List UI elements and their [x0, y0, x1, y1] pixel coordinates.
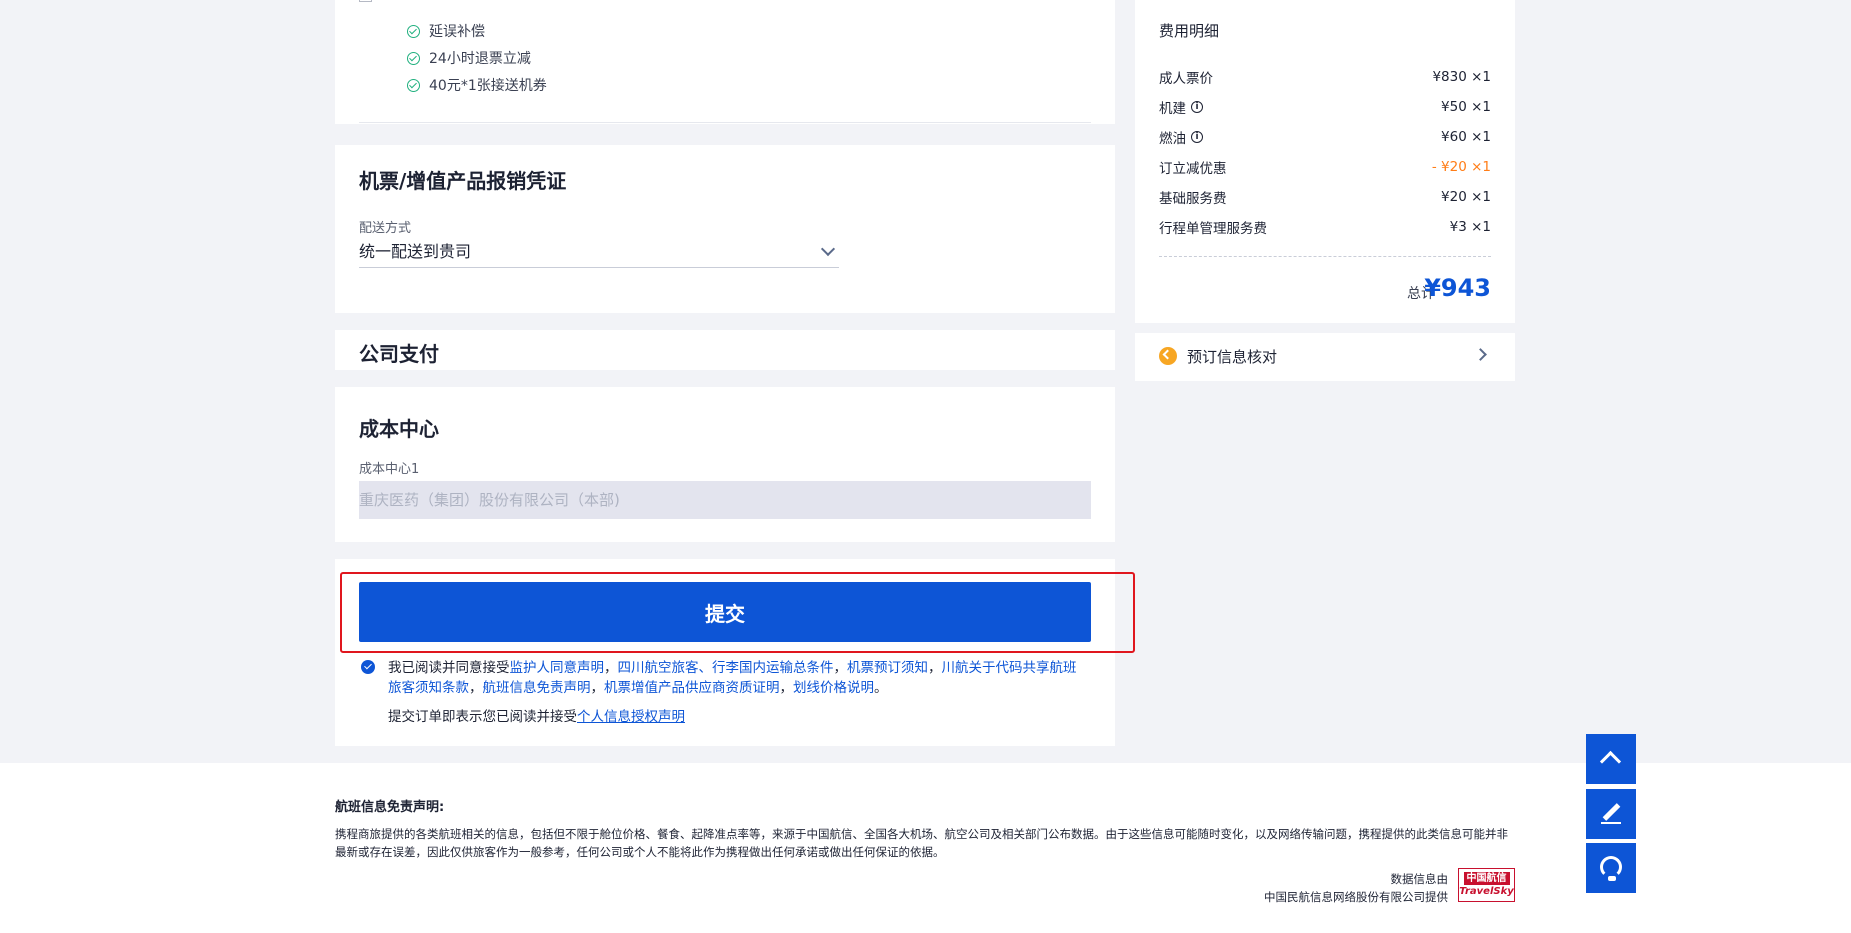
voucher-title: 机票/增值产品报销凭证	[359, 169, 567, 193]
headset-icon	[1600, 856, 1622, 878]
delivery-label: 配送方式	[359, 221, 412, 236]
fee-title: 费用明细	[1159, 22, 1220, 40]
fee-detail-card: 费用明细 成人票价 ¥830 ×1 机建 i ¥50 ×1 燃油 i ¥60 ×1 …	[1135, 0, 1515, 323]
divider	[1159, 256, 1491, 257]
feedback-button[interactable]	[1586, 789, 1636, 839]
fee-row: 机建 i ¥50 ×1	[1159, 99, 1491, 117]
fee-row: 成人票价 ¥830 ×1	[1159, 69, 1491, 87]
agreement-link[interactable]: 机票增值产品供应商资质证明	[604, 680, 780, 696]
delivery-select[interactable]: 统一配送到贵司	[359, 238, 839, 268]
divider	[359, 122, 1091, 123]
agreement-link[interactable]: 监护人同意声明	[510, 660, 605, 676]
insurance-benefit-item: 24小时退票立减	[407, 48, 531, 68]
agree-checkbox[interactable]	[361, 660, 375, 674]
agreement-link[interactable]: 航班信息免责声明	[483, 680, 591, 696]
fee-row: 燃油 i ¥60 ×1	[1159, 129, 1491, 147]
customer-service-button[interactable]	[1586, 843, 1636, 893]
chevron-up-icon	[1599, 750, 1622, 773]
cost-center-title: 成本中心	[359, 417, 439, 441]
company-pay-title: 公司支付	[359, 342, 439, 366]
check-icon	[407, 51, 420, 65]
agreement-link[interactable]: 机票预订须知	[847, 660, 928, 676]
booking-verify-card[interactable]: 预订信息核对	[1135, 333, 1515, 381]
verify-icon	[1159, 347, 1177, 365]
privacy-text: 提交订单即表示您已阅读并接受个人信息授权声明	[388, 709, 685, 725]
voucher-card: 机票/增值产品报销凭证 配送方式 统一配送到贵司	[335, 145, 1115, 313]
privacy-link[interactable]: 个人信息授权声明	[577, 709, 685, 725]
total-price: ¥943	[1424, 274, 1491, 302]
company-pay-card: 公司支付	[335, 330, 1115, 370]
fee-row: 行程单管理服务费 ¥3 ×1	[1159, 219, 1491, 237]
agreement-link[interactable]: 划线价格说明	[793, 680, 874, 696]
edit-icon	[1602, 803, 1621, 821]
cost-center-field: 重庆医药（集团）股份有限公司（本部)	[359, 481, 1091, 519]
footer-disclaimer: 携程商旅提供的各类航班相关的信息，包括但不限于舱位价格、餐食、起降准点率等，来源…	[335, 827, 1508, 859]
fee-row: 订立减优惠 - ¥20 ×1	[1159, 159, 1491, 177]
info-icon[interactable]: i	[1191, 131, 1203, 143]
delivery-value: 统一配送到贵司	[359, 242, 472, 261]
highlight-box	[340, 572, 1135, 653]
data-source: 数据信息由 中国民航信息网络股份有限公司提供	[1264, 872, 1448, 904]
check-icon	[407, 24, 420, 38]
footer-title: 航班信息免责声明:	[335, 800, 445, 815]
footer: 航班信息免责声明: 携程商旅提供的各类航班相关的信息，包括但不限于舱位价格、餐食…	[0, 763, 1851, 933]
agreement-link[interactable]: 四川航空旅客、行李国内运输总条件	[618, 660, 834, 676]
cost-center-label: 成本中心1	[359, 462, 420, 477]
cost-center-card: 成本中心 成本中心1 重庆医药（集团）股份有限公司（本部)	[335, 387, 1115, 542]
insurance-card: 延误补偿 24小时退票立减 40元*1张接送机券	[335, 0, 1115, 124]
info-icon[interactable]: i	[1191, 101, 1203, 113]
insurance-benefit-item: 40元*1张接送机券	[407, 75, 547, 95]
insurance-benefit-item: 延误补偿	[407, 21, 485, 41]
back-to-top-button[interactable]	[1586, 734, 1636, 784]
verify-label: 预订信息核对	[1187, 348, 1278, 366]
chevron-down-icon	[820, 241, 836, 257]
agreement-text: 我已阅读并同意接受监护人同意声明，四川航空旅客、行李国内运输总条件，机票预订须知…	[388, 660, 1077, 696]
travelsky-logo: 中国航信 TravelSky	[1458, 868, 1515, 902]
insurance-checkbox[interactable]	[359, 0, 372, 2]
fee-row: 基础服务费 ¥20 ×1	[1159, 189, 1491, 207]
chevron-right-icon	[1474, 348, 1487, 361]
check-icon	[407, 78, 420, 92]
